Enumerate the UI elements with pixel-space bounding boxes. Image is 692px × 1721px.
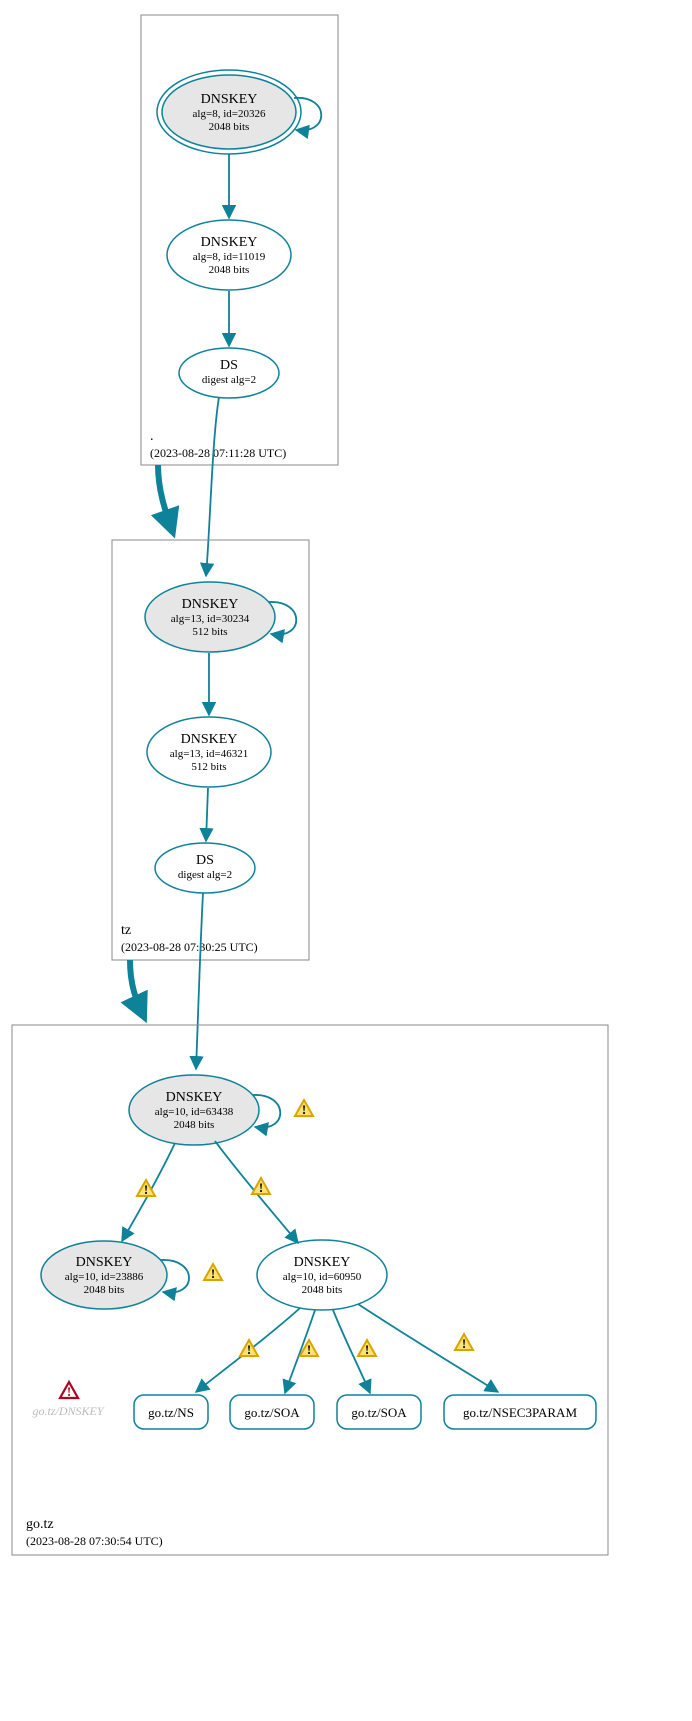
svg-text:go.tz/SOA: go.tz/SOA bbox=[351, 1405, 407, 1420]
tz-ksk-bits: 512 bits bbox=[192, 626, 227, 638]
tz-zsk-title: DNSKEY bbox=[181, 732, 238, 747]
warning-icon: ! bbox=[240, 1340, 258, 1357]
zone-name-tz: tz bbox=[121, 923, 131, 938]
edge-tz-ds-to-gotz-ksk bbox=[196, 893, 203, 1069]
warning-icon: ! bbox=[295, 1100, 313, 1117]
svg-text:go.tz/NS: go.tz/NS bbox=[148, 1405, 194, 1420]
zone-ts-root: (2023-08-28 07:11:28 UTC) bbox=[150, 446, 286, 460]
warning-icon: ! bbox=[204, 1264, 222, 1281]
node-root-ds: DS digest alg=2 bbox=[179, 348, 279, 398]
svg-text:!: ! bbox=[67, 1384, 71, 1399]
error-icon: ! bbox=[60, 1382, 78, 1399]
zone-ts-tz: (2023-08-28 07:30:25 UTC) bbox=[121, 940, 258, 954]
node-gotz-ksk: DNSKEY alg=10, id=63438 2048 bits bbox=[129, 1075, 259, 1145]
svg-text:go.tz/NSEC3PARAM: go.tz/NSEC3PARAM bbox=[463, 1405, 577, 1420]
warning-icon: ! bbox=[358, 1340, 376, 1357]
node-gotz-zsk: DNSKEY alg=10, id=60950 2048 bits bbox=[257, 1240, 387, 1310]
svg-text:!: ! bbox=[365, 1342, 369, 1357]
edge-delegation-root-to-tz bbox=[158, 465, 172, 530]
ghost-dnskey-label: go.tz/DNSKEY bbox=[32, 1404, 104, 1418]
edge-tz-zsk-to-ds bbox=[206, 788, 208, 841]
zone-ts-gotz: (2023-08-28 07:30:54 UTC) bbox=[26, 1534, 163, 1548]
root-ksk-title: DNSKEY bbox=[201, 92, 258, 107]
root-ksk-bits: 2048 bits bbox=[209, 121, 250, 133]
gotz-zsk-bits: 2048 bits bbox=[302, 1284, 343, 1296]
svg-text:!: ! bbox=[259, 1180, 263, 1195]
svg-text:!: ! bbox=[144, 1182, 148, 1197]
warning-icon: ! bbox=[455, 1334, 473, 1351]
tz-zsk-alg: alg=13, id=46321 bbox=[170, 748, 248, 760]
svg-text:!: ! bbox=[302, 1102, 306, 1117]
gotz-ksk-bits: 2048 bits bbox=[174, 1119, 215, 1131]
root-zsk-alg: alg=8, id=11019 bbox=[193, 251, 266, 263]
rrset-nsec3param: go.tz/NSEC3PARAM bbox=[444, 1395, 596, 1429]
svg-text:go.tz/SOA: go.tz/SOA bbox=[244, 1405, 300, 1420]
edge-root-ds-to-tz-ksk bbox=[206, 397, 219, 576]
node-root-ksk: DNSKEY alg=8, id=20326 2048 bits bbox=[157, 70, 301, 154]
node-tz-zsk: DNSKEY alg=13, id=46321 512 bits bbox=[147, 717, 271, 787]
tz-ds-title: DS bbox=[196, 853, 214, 868]
gotz-zsk-title: DNSKEY bbox=[294, 1255, 351, 1270]
svg-text:!: ! bbox=[247, 1342, 251, 1357]
rrset-soa-1: go.tz/SOA bbox=[230, 1395, 314, 1429]
tz-ksk-title: DNSKEY bbox=[182, 597, 239, 612]
rrset-soa-2: go.tz/SOA bbox=[337, 1395, 421, 1429]
edge-delegation-tz-to-gotz bbox=[130, 960, 143, 1015]
warning-icon: ! bbox=[252, 1178, 270, 1195]
gotz-k2-alg: alg=10, id=23886 bbox=[65, 1271, 144, 1283]
node-tz-ksk: DNSKEY alg=13, id=30234 512 bits bbox=[145, 582, 275, 652]
gotz-ksk-alg: alg=10, id=63438 bbox=[155, 1106, 234, 1118]
gotz-zsk-alg: alg=10, id=60950 bbox=[283, 1271, 362, 1283]
rrset-ns: go.tz/NS bbox=[134, 1395, 208, 1429]
gotz-ksk-title: DNSKEY bbox=[166, 1090, 223, 1105]
root-zsk-bits: 2048 bits bbox=[209, 264, 250, 276]
gotz-k2-bits: 2048 bits bbox=[84, 1284, 125, 1296]
root-ds-title: DS bbox=[220, 358, 238, 373]
node-root-zsk: DNSKEY alg=8, id=11019 2048 bits bbox=[167, 220, 291, 290]
edge-zsk-to-nsec3 bbox=[358, 1304, 498, 1392]
zone-name-gotz: go.tz bbox=[26, 1517, 54, 1532]
tz-ds-alg: digest alg=2 bbox=[178, 869, 232, 881]
svg-text:!: ! bbox=[462, 1336, 466, 1351]
tz-zsk-bits: 512 bits bbox=[191, 761, 226, 773]
svg-text:!: ! bbox=[307, 1342, 311, 1357]
root-ksk-alg: alg=8, id=20326 bbox=[193, 108, 266, 120]
gotz-k2-title: DNSKEY bbox=[76, 1255, 133, 1270]
node-gotz-key-23886: DNSKEY alg=10, id=23886 2048 bits bbox=[41, 1241, 167, 1309]
zone-name-root: . bbox=[150, 429, 154, 444]
root-zsk-title: DNSKEY bbox=[201, 235, 258, 250]
svg-text:!: ! bbox=[211, 1266, 215, 1281]
tz-ksk-alg: alg=13, id=30234 bbox=[171, 613, 250, 625]
dnssec-auth-graph: . (2023-08-28 07:11:28 UTC) DNSKEY alg=8… bbox=[0, 0, 692, 1721]
node-tz-ds: DS digest alg=2 bbox=[155, 843, 255, 893]
root-ds-alg: digest alg=2 bbox=[202, 374, 256, 386]
